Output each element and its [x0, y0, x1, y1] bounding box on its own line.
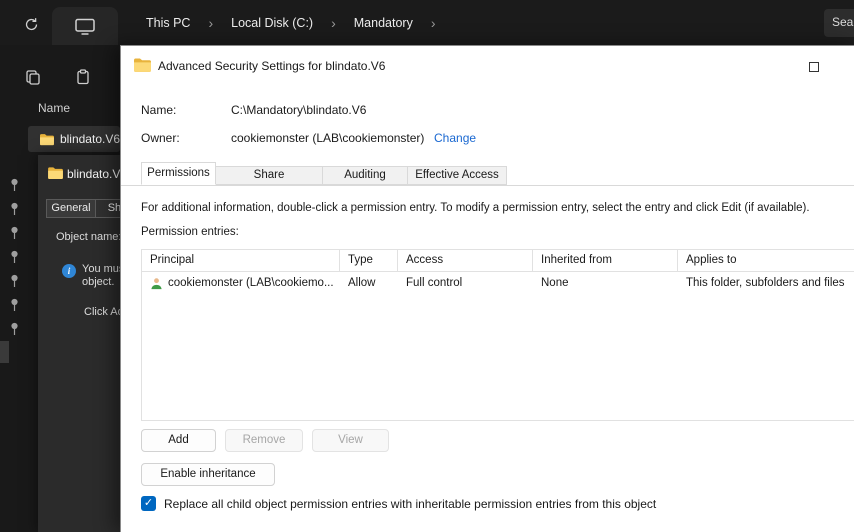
- pin-icon: [10, 298, 18, 311]
- sidebar-selection-indicator: [0, 341, 9, 363]
- breadcrumb-local-disk[interactable]: Local Disk (C:): [225, 12, 319, 34]
- monitor-icon: [75, 18, 95, 35]
- refresh-button[interactable]: [18, 11, 44, 37]
- tab-effective-access[interactable]: Effective Access: [407, 166, 507, 185]
- maximize-button[interactable]: [805, 58, 823, 76]
- properties-info-text: Click Ad: [84, 306, 120, 318]
- pin-icon: [10, 250, 18, 263]
- table-row[interactable]: cookiemonster (LAB\cookiemo... Allow Ful…: [142, 272, 854, 294]
- tab-share[interactable]: Share: [215, 166, 323, 185]
- pin-icon: [10, 322, 18, 335]
- pin-icon: [10, 226, 18, 239]
- pinned-item[interactable]: [5, 320, 23, 338]
- permission-entries-label: Permission entries:: [141, 226, 239, 238]
- breadcrumb-mandatory[interactable]: Mandatory: [348, 12, 419, 34]
- properties-info-text: You mus: [82, 263, 120, 275]
- file-name-label: blindato.V6: [59, 132, 120, 146]
- breadcrumb-chevron-icon[interactable]: ›: [319, 15, 348, 31]
- explorer-tab[interactable]: [52, 7, 118, 45]
- paste-icon: [77, 69, 89, 85]
- permission-entries-table: Principal Type Access Inherited from App…: [141, 249, 854, 421]
- column-header-type[interactable]: Type: [340, 250, 398, 271]
- pinned-item[interactable]: [5, 248, 23, 266]
- column-header-inherited-from[interactable]: Inherited from: [533, 250, 678, 271]
- cell-access: Full control: [406, 277, 463, 289]
- owner-value: cookiemonster (LAB\cookiemonster): [231, 131, 425, 145]
- dialog-tabs: Permissions Share Auditing Effective Acc…: [121, 162, 854, 186]
- search-input[interactable]: Sea: [824, 9, 854, 37]
- refresh-icon: [25, 17, 37, 30]
- instruction-text: For additional information, double-click…: [141, 202, 810, 214]
- view-button[interactable]: View: [312, 429, 389, 452]
- breadcrumb-this-pc[interactable]: This PC: [140, 12, 196, 34]
- pinned-item[interactable]: [5, 224, 23, 242]
- table-header: Principal Type Access Inherited from App…: [142, 250, 854, 272]
- copy-icon: [26, 70, 40, 85]
- pinned-item[interactable]: [5, 296, 23, 314]
- folder-icon: [48, 167, 63, 179]
- enable-inheritance-button[interactable]: Enable inheritance: [141, 463, 275, 486]
- add-button[interactable]: Add: [141, 429, 216, 452]
- cell-applies-to: This folder, subfolders and files: [686, 277, 845, 289]
- column-header-applies-to[interactable]: Applies to: [678, 250, 854, 271]
- breadcrumb-chevron-icon[interactable]: ›: [196, 15, 225, 31]
- column-header-principal[interactable]: Principal: [142, 250, 340, 271]
- remove-button[interactable]: Remove: [225, 429, 303, 452]
- name-label: Name:: [141, 103, 177, 117]
- info-icon: i: [62, 264, 76, 278]
- object-name-label: Object name:: [56, 231, 120, 243]
- properties-info-text: object.: [82, 276, 115, 288]
- change-owner-link[interactable]: Change: [434, 131, 476, 145]
- name-value: C:\Mandatory\blindato.V6: [231, 103, 367, 117]
- pinned-item[interactable]: [5, 176, 23, 194]
- dialog-title: Advanced Security Settings for blindato.…: [158, 59, 386, 73]
- user-icon: [151, 277, 162, 289]
- maximize-icon: [809, 62, 819, 72]
- replace-permissions-checkbox[interactable]: ✓: [141, 496, 156, 511]
- properties-tab-general[interactable]: General: [46, 199, 96, 218]
- replace-permissions-row: ✓ Replace all child object permission en…: [141, 496, 656, 511]
- replace-permissions-label: Replace all child object permission entr…: [164, 497, 657, 511]
- properties-dialog: blindato.V General Sha Object name: i Yo…: [38, 155, 120, 532]
- tab-auditing[interactable]: Auditing: [322, 166, 408, 185]
- properties-tab-sharing[interactable]: Sha: [95, 199, 120, 218]
- pin-icon: [10, 274, 18, 287]
- cell-principal: cookiemonster (LAB\cookiemo...: [168, 277, 334, 289]
- pin-icon: [10, 178, 18, 191]
- cell-type: Allow: [348, 277, 376, 289]
- copy-button[interactable]: [20, 64, 46, 90]
- pinned-item[interactable]: [5, 200, 23, 218]
- owner-label: Owner:: [141, 131, 180, 145]
- breadcrumb-chevron-icon[interactable]: ›: [419, 15, 448, 31]
- paste-button[interactable]: [70, 64, 96, 90]
- properties-dialog-title: blindato.V: [67, 167, 120, 181]
- cell-inherited-from: None: [541, 277, 569, 289]
- tab-permissions[interactable]: Permissions: [141, 162, 216, 185]
- folder-icon: [134, 58, 151, 72]
- advanced-security-dialog: Advanced Security Settings for blindato.…: [120, 45, 854, 532]
- column-header-access[interactable]: Access: [398, 250, 533, 271]
- breadcrumb: This PC › Local Disk (C:) › Mandatory ›: [140, 0, 448, 45]
- folder-icon: [40, 133, 54, 145]
- file-row[interactable]: blindato.V6: [28, 126, 120, 152]
- explorer-titlebar: This PC › Local Disk (C:) › Mandatory › …: [0, 0, 854, 45]
- pin-icon: [10, 202, 18, 215]
- pinned-item[interactable]: [5, 272, 23, 290]
- name-column-header[interactable]: Name: [38, 101, 70, 115]
